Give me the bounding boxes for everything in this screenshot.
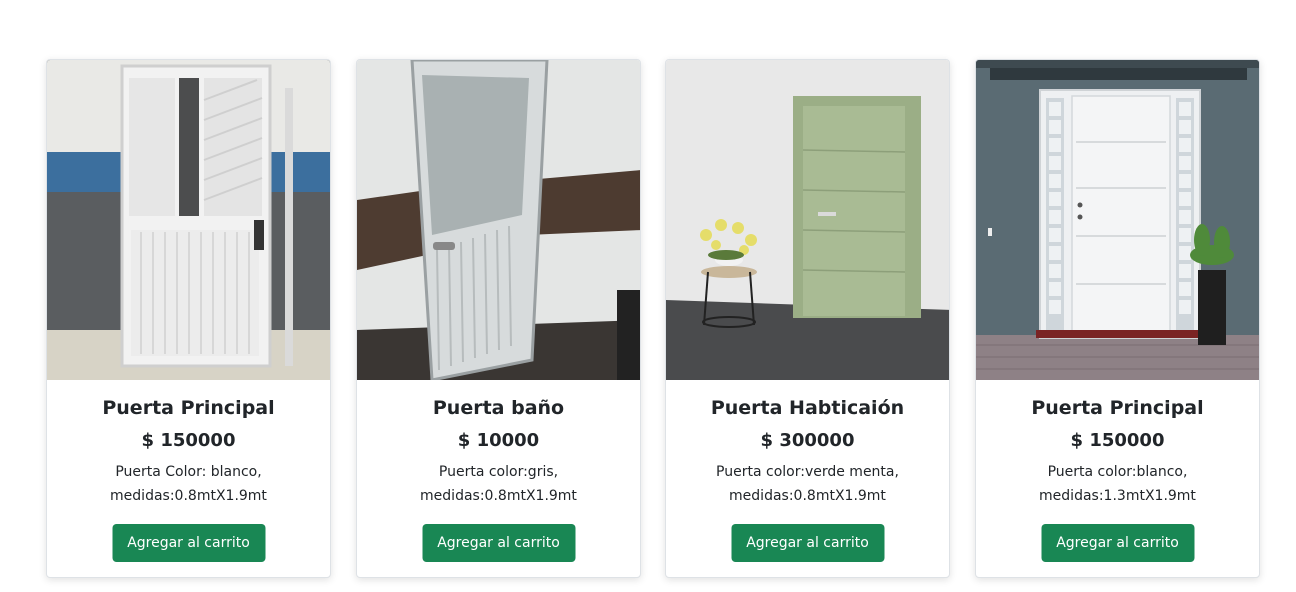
product-description: Puerta color:verde menta, medidas:0.8mtX… [716, 464, 899, 504]
product-image[interactable] [47, 60, 330, 380]
product-price: $ 150000 [1070, 430, 1165, 451]
product-title: Puerta Principal [1031, 397, 1204, 419]
product-card: Puerta Principal $ 150000 Puerta Color: … [46, 59, 331, 578]
product-card: Puerta baño $ 10000 Puerta color:gris, m… [356, 59, 641, 578]
product-price: $ 10000 [457, 430, 540, 451]
product-description: Puerta color:blanco, medidas:1.3mtX1.9mt [1039, 464, 1196, 504]
product-description: Puerta color:gris, medidas:0.8mtX1.9mt [420, 464, 577, 504]
add-to-cart-button[interactable]: Agregar al carrito [731, 524, 884, 562]
add-to-cart-button[interactable]: Agregar al carrito [422, 524, 575, 562]
product-title: Puerta Habticaión [710, 397, 905, 419]
product-price: $ 300000 [760, 430, 855, 451]
product-title: Puerta Principal [102, 397, 275, 419]
product-price: $ 150000 [141, 430, 236, 451]
product-description: Puerta Color: blanco, medidas:0.8mtX1.9m… [110, 464, 267, 504]
product-title: Puerta baño [432, 397, 565, 419]
add-to-cart-button[interactable]: Agregar al carrito [1041, 524, 1194, 562]
product-image[interactable] [666, 60, 949, 380]
product-card: Puerta Habticaión $ 300000 Puerta color:… [665, 59, 950, 578]
product-image[interactable] [976, 60, 1259, 380]
add-to-cart-button[interactable]: Agregar al carrito [112, 524, 265, 562]
product-grid: Puerta Principal $ 150000 Puerta Color: … [0, 0, 1296, 592]
product-card: Puerta Principal $ 150000 Puerta color:b… [975, 59, 1260, 578]
product-image[interactable] [357, 60, 640, 380]
